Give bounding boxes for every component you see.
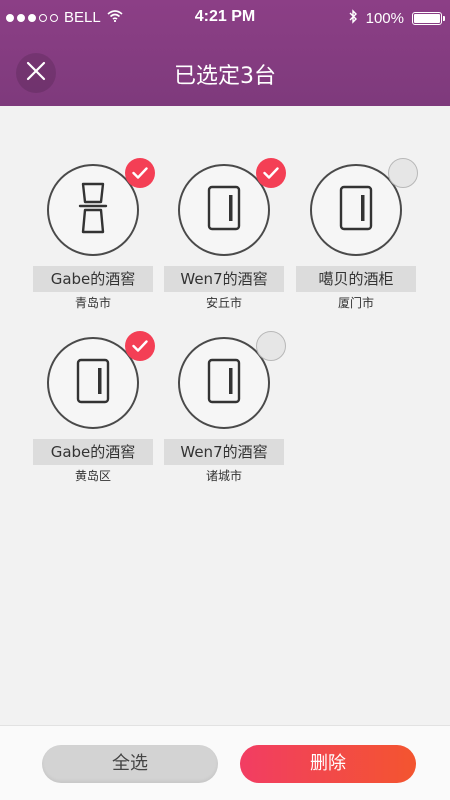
device-card[interactable]: Gabe的酒窖 黄岛区 [33,331,155,487]
device-city: 黄岛区 [74,469,111,483]
device-name: 噶贝的酒柜 [296,266,416,292]
device-card[interactable]: 噶贝的酒柜 厦门市 [296,158,418,314]
selected-check[interactable] [256,158,286,188]
page-title: 已选定3台 [174,64,276,89]
selected-check[interactable] [125,331,155,361]
bottom-action-bar: 全选 删除 [0,725,450,800]
device-card[interactable]: Wen7的酒窖 诸城市 [164,331,286,487]
wine-rack-icon [76,182,110,238]
unselected-check[interactable] [256,331,286,361]
device-city: 厦门市 [337,296,374,310]
device-name: Wen7的酒窖 [164,266,284,292]
device-name: Wen7的酒窖 [164,439,284,465]
cabinet-icon [207,358,241,408]
cabinet-icon [339,185,373,235]
battery-percent: 100% [365,10,404,27]
cabinet-icon [76,358,110,408]
device-name: Gabe的酒窖 [33,266,153,292]
status-bar: BELL 4:21 PM 100% [0,0,450,36]
selected-check[interactable] [125,158,155,188]
cabinet-icon [207,185,241,235]
device-card[interactable]: Wen7的酒窖 安丘市 [164,158,286,314]
checkmark-icon [263,164,279,183]
battery-icon [412,12,445,25]
checkmark-icon [132,337,148,356]
device-name: Gabe的酒窖 [33,439,153,465]
device-city: 安丘市 [205,296,242,310]
header-bar: BELL 4:21 PM 100% 已选定3台 [0,0,450,106]
unselected-check[interactable] [388,158,418,188]
select-all-button[interactable]: 全选 [42,745,218,783]
device-card[interactable]: Gabe的酒窖 青岛市 [33,158,155,314]
checkmark-icon [132,164,148,183]
delete-button[interactable]: 删除 [240,745,416,783]
bluetooth-icon [348,9,358,28]
device-city: 青岛市 [74,296,111,310]
device-city: 诸城市 [205,469,242,483]
